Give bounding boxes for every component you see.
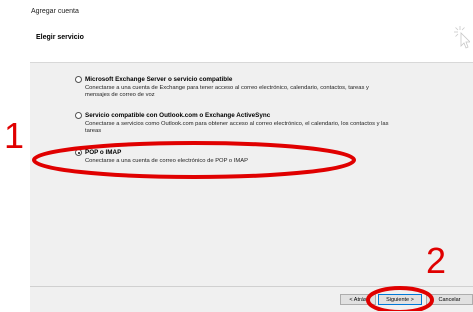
annotation-overlay xyxy=(32,141,434,311)
annotation-ellipse-next xyxy=(366,286,434,311)
annotation-ellipse-pop-imap xyxy=(32,141,356,179)
annotation-number-1: 1 xyxy=(4,115,25,156)
annotation-number-2: 2 xyxy=(426,240,447,281)
